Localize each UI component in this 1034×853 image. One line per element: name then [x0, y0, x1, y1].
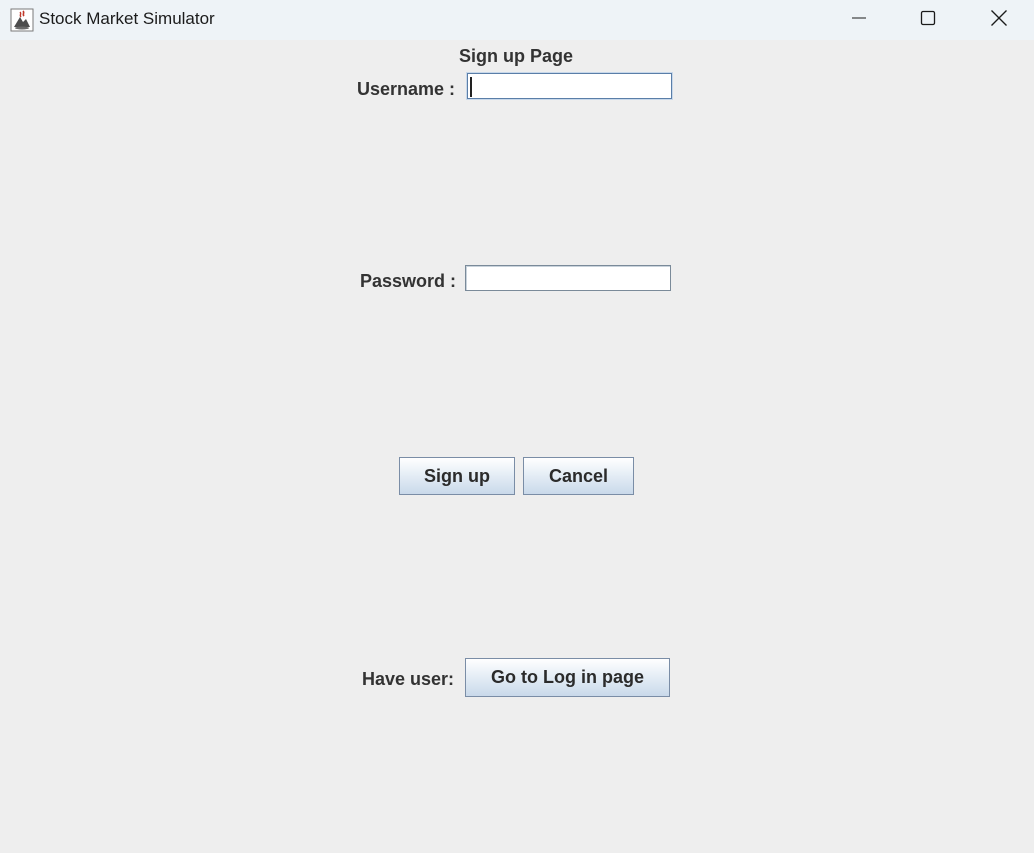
- close-button[interactable]: [976, 0, 1022, 40]
- signup-panel: Sign up Page Username : Password : Sign …: [0, 40, 1034, 853]
- maximize-button[interactable]: [905, 0, 951, 40]
- password-label: Password :: [360, 271, 457, 291]
- cancel-button[interactable]: Cancel: [523, 457, 634, 495]
- maximize-icon: [920, 10, 936, 31]
- close-icon: [990, 9, 1008, 32]
- java-cup-icon: [10, 8, 34, 32]
- minimize-icon: [851, 10, 867, 31]
- minimize-button[interactable]: [836, 0, 882, 40]
- page-title: Sign up Page: [459, 46, 574, 66]
- title-bar[interactable]: Stock Market Simulator: [0, 0, 1034, 40]
- have-user-label: Have user:: [362, 669, 455, 689]
- username-field[interactable]: [467, 73, 672, 99]
- go-to-login-button[interactable]: Go to Log in page: [465, 658, 670, 697]
- app-window: Stock Market Simulator Sign up Page User…: [0, 0, 1034, 853]
- username-label: Username :: [357, 79, 456, 99]
- password-field[interactable]: [465, 265, 671, 291]
- text-caret: [470, 77, 472, 97]
- window-title: Stock Market Simulator: [39, 9, 215, 28]
- signup-button[interactable]: Sign up: [399, 457, 515, 495]
